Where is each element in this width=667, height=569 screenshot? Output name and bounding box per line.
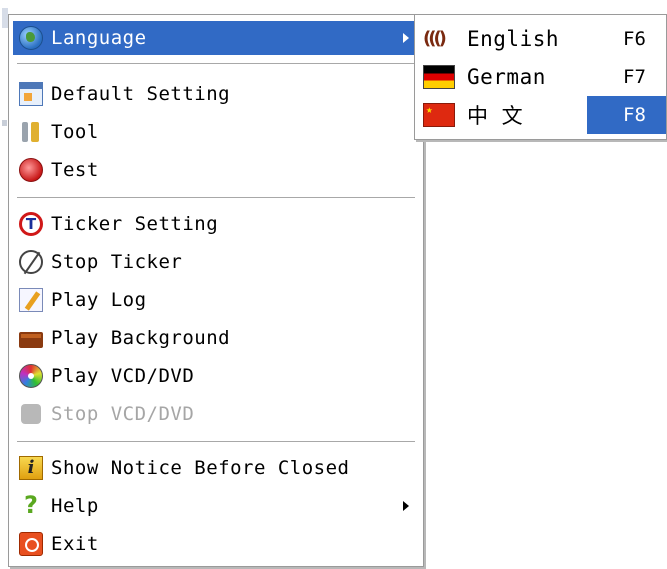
menu-item-label: Stop Ticker	[51, 251, 183, 273]
english-flag-icon: ((()	[423, 28, 447, 49]
language-submenu: ((() English F6 German F7 中 文 F8	[414, 14, 667, 140]
menu-item-label: Play VCD/DVD	[51, 365, 195, 387]
menu-item-exit[interactable]: Exit	[13, 527, 419, 561]
menu-item-label: Test	[51, 159, 99, 181]
background-icon	[19, 326, 43, 350]
settings-window-icon	[19, 82, 43, 106]
menu-item-play-vcd-dvd[interactable]: Play VCD/DVD	[13, 359, 419, 393]
submenu-item-label: 中 文	[467, 104, 524, 128]
dvd-icon	[19, 364, 43, 388]
context-menu: Language Default Setting Tool Test Ticke…	[8, 14, 424, 567]
menu-separator	[17, 63, 415, 65]
menu-separator	[17, 441, 415, 443]
menu-item-label: Help	[51, 495, 99, 517]
menu-item-show-notice[interactable]: Show Notice Before Closed	[13, 451, 419, 485]
shortcut-key: F8	[623, 104, 646, 126]
shortcut-key: F6	[623, 28, 646, 50]
menu-separator	[17, 197, 415, 199]
ticker-icon	[19, 212, 43, 236]
menu-item-language[interactable]: Language	[13, 21, 419, 55]
info-icon	[19, 456, 43, 480]
globe-icon	[19, 26, 43, 50]
menu-item-label: Tool	[51, 121, 99, 143]
china-flag-icon	[423, 103, 455, 127]
submenu-item-chinese[interactable]: 中 文 F8	[417, 96, 666, 134]
menu-item-label: Stop VCD/DVD	[51, 403, 195, 425]
shortcut-key: F7	[623, 66, 646, 88]
test-icon	[19, 158, 43, 182]
menu-item-label: Language	[51, 27, 147, 49]
submenu-arrow-icon	[403, 501, 409, 511]
menu-item-label: Exit	[51, 533, 99, 555]
submenu-item-label: English	[467, 27, 560, 51]
submenu-item-label: German	[467, 65, 546, 89]
stop-ticker-icon	[19, 250, 43, 274]
exit-icon	[19, 532, 43, 556]
menu-item-label: Ticker Setting	[51, 213, 219, 235]
log-icon	[19, 288, 43, 312]
menu-item-label: Default Setting	[51, 83, 231, 105]
stop-dvd-icon	[19, 402, 43, 426]
help-icon	[19, 492, 43, 518]
desktop-fragment	[2, 120, 7, 126]
menu-item-default-setting[interactable]: Default Setting	[13, 77, 419, 111]
submenu-arrow-icon	[403, 33, 409, 43]
menu-item-label: Show Notice Before Closed	[51, 457, 350, 479]
menu-item-play-background[interactable]: Play Background	[13, 321, 419, 355]
menu-item-stop-ticker[interactable]: Stop Ticker	[13, 245, 419, 279]
menu-item-play-log[interactable]: Play Log	[13, 283, 419, 317]
menu-item-ticker-setting[interactable]: Ticker Setting	[13, 207, 419, 241]
submenu-item-english[interactable]: ((() English F6	[417, 20, 666, 58]
menu-item-label: Play Log	[51, 289, 147, 311]
menu-item-test[interactable]: Test	[13, 153, 419, 187]
german-flag-icon	[423, 65, 455, 89]
menu-item-label: Play Background	[51, 327, 231, 349]
menu-item-stop-vcd-dvd: Stop VCD/DVD	[13, 397, 419, 431]
menu-item-tool[interactable]: Tool	[13, 115, 419, 149]
submenu-item-german[interactable]: German F7	[417, 58, 666, 96]
tools-icon	[19, 120, 43, 144]
menu-item-help[interactable]: Help	[13, 489, 419, 523]
